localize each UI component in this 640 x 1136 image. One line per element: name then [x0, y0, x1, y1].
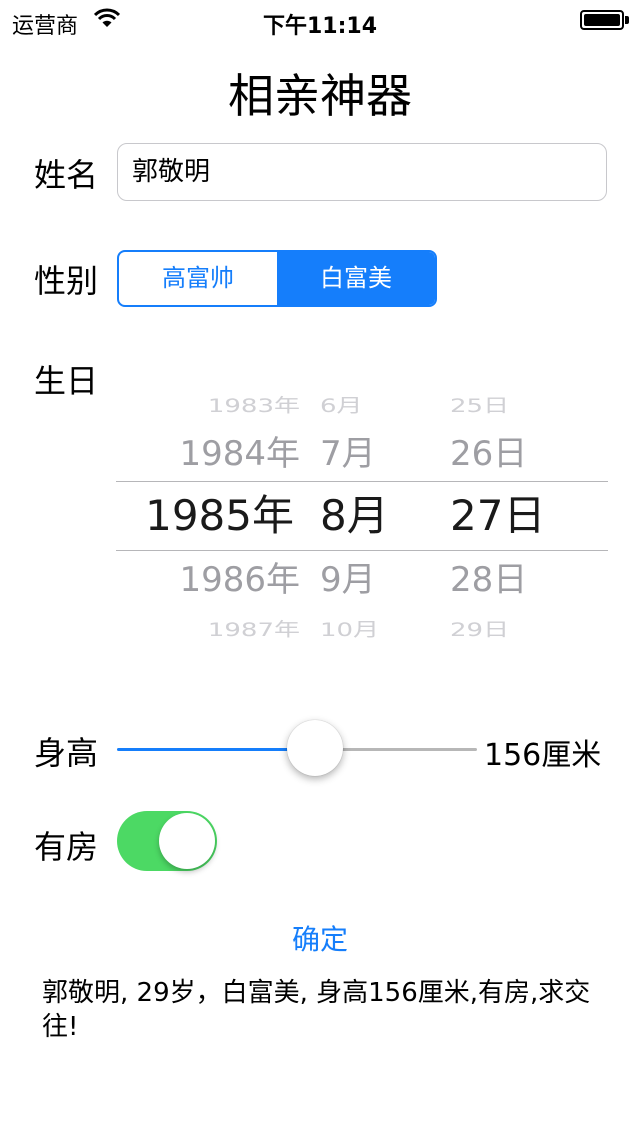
name-label: 姓名 [34, 156, 99, 194]
page-title: 相亲神器 [228, 69, 412, 123]
house-toggle-knob[interactable] [159, 813, 215, 869]
birthday-date-picker[interactable]: 1983年 1984年 1985年 1986年 1987年 6月 7月 8月 9… [116, 385, 608, 650]
battery-tip [625, 16, 629, 24]
picker-day-item[interactable]: 28日 [450, 563, 527, 597]
picker-day-selected[interactable]: 27日 [450, 495, 545, 537]
gender-option-baifumei[interactable]: 白富美 [277, 252, 435, 305]
gender-segmented-control[interactable]: 高富帅 白富美 [117, 250, 437, 307]
picker-month-item[interactable]: 6月 [320, 397, 363, 416]
picker-day-item[interactable]: 25日 [450, 397, 509, 416]
house-toggle-switch[interactable] [117, 811, 217, 871]
house-label: 有房 [34, 828, 99, 866]
result-text: 郭敬明, 29岁，白富美, 身高156厘米,有房,求交往! [42, 978, 591, 1042]
status-bar: 运营商 下午11:14 [0, 0, 640, 40]
gender-label: 性别 [34, 262, 99, 300]
picker-month-selected[interactable]: 8月 [320, 495, 389, 537]
picker-year-item[interactable]: 1986年 [179, 563, 300, 597]
picker-year-item[interactable]: 1984年 [179, 437, 300, 471]
height-label: 身高 [34, 734, 99, 772]
picker-year-item[interactable]: 1983年 [208, 397, 300, 416]
height-slider-filled-track[interactable] [117, 748, 315, 751]
gender-option-gaofushuai[interactable]: 高富帅 [119, 252, 277, 305]
picker-month-item[interactable]: 9月 [320, 563, 376, 597]
confirm-button[interactable]: 确定 [0, 918, 640, 958]
picker-month-item[interactable]: 7月 [320, 437, 376, 471]
height-value: 156厘米 [484, 738, 602, 773]
picker-year-item[interactable]: 1987年 [208, 621, 300, 640]
picker-day-item[interactable]: 26日 [450, 437, 527, 471]
picker-year-selected[interactable]: 1985年 [145, 495, 294, 537]
picker-selection-bottom-line [116, 550, 608, 551]
height-slider-thumb[interactable] [287, 720, 343, 776]
name-input[interactable]: 郭敬明 [117, 143, 607, 201]
picker-month-item[interactable]: 10月 [320, 621, 379, 640]
birthday-label: 生日 [34, 362, 99, 400]
picker-selection-top-line [116, 481, 608, 482]
picker-day-item[interactable]: 29日 [450, 621, 509, 640]
battery-icon [580, 10, 624, 30]
status-time: 下午11:14 [262, 14, 378, 39]
